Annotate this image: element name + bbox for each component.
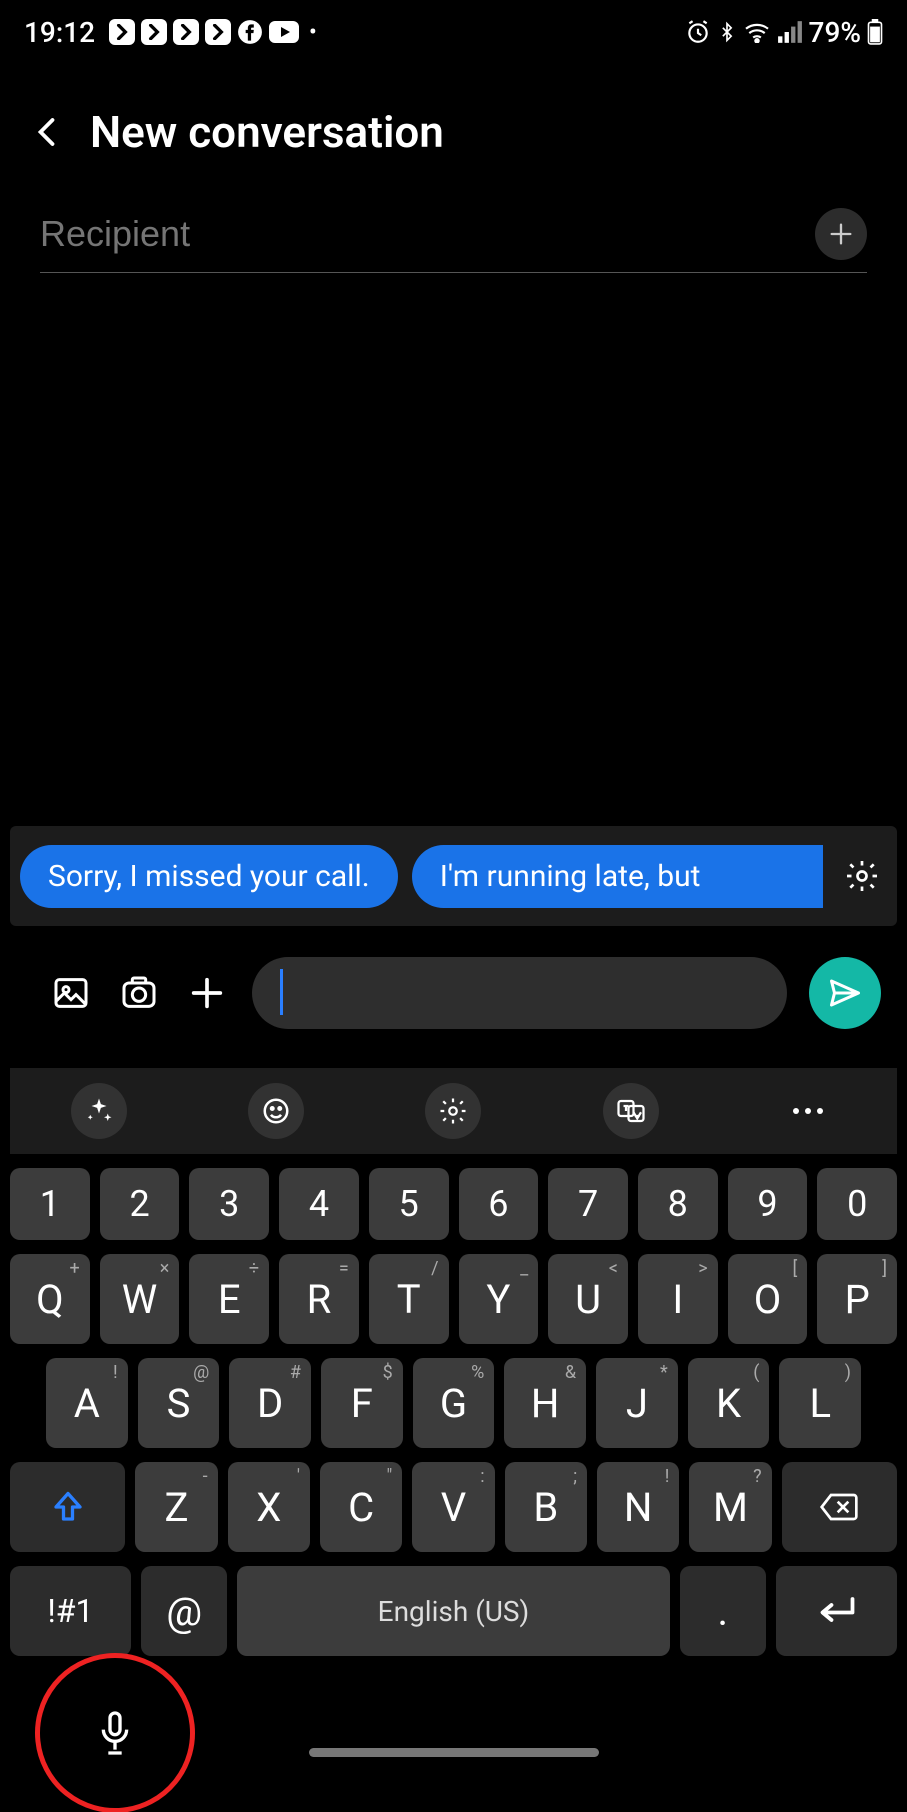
text-cursor: [280, 969, 283, 1015]
bluetooth-icon: [717, 19, 737, 45]
key-p[interactable]: ]P: [817, 1254, 897, 1344]
keyboard-settings-icon[interactable]: [425, 1083, 481, 1139]
notification-app-icon: [141, 19, 167, 45]
key-7[interactable]: 7: [548, 1168, 628, 1240]
key-j[interactable]: *J: [596, 1358, 678, 1448]
shift-key[interactable]: [10, 1462, 125, 1552]
page-title: New conversation: [90, 106, 444, 158]
key-u[interactable]: <U: [548, 1254, 628, 1344]
symbols-key[interactable]: !#1: [10, 1566, 131, 1656]
emoji-icon[interactable]: [248, 1083, 304, 1139]
key-q[interactable]: +Q: [10, 1254, 90, 1344]
ai-sparkle-icon[interactable]: [71, 1083, 127, 1139]
key-row-qwerty: +Q ×W ÷E =R /T _Y <U >I [O ]P: [10, 1254, 897, 1344]
key-f[interactable]: $F: [321, 1358, 403, 1448]
key-l[interactable]: )L: [779, 1358, 861, 1448]
key-row-zxcv: -Z 'X "C :V ;B !N ?M: [10, 1462, 897, 1552]
key-i[interactable]: >I: [638, 1254, 718, 1344]
notification-app-icon: [205, 19, 231, 45]
key-row-asdf: !A @S #D $F %G &H *J (K )L: [10, 1358, 897, 1448]
facebook-icon: [237, 19, 263, 45]
key-row-numbers: 1 2 3 4 5 6 7 8 9 0: [10, 1168, 897, 1240]
key-h[interactable]: &H: [504, 1358, 586, 1448]
battery-icon: [867, 19, 883, 45]
recipient-row: [40, 208, 867, 273]
key-6[interactable]: 6: [459, 1168, 539, 1240]
key-s[interactable]: @S: [138, 1358, 220, 1448]
wifi-icon: [743, 21, 771, 43]
key-a[interactable]: !A: [46, 1358, 128, 1448]
backspace-key[interactable]: [782, 1462, 897, 1552]
quick-reply-chip[interactable]: I'm running late, but: [412, 845, 823, 908]
header: New conversation: [0, 56, 907, 188]
quick-reply-chip[interactable]: Sorry, I missed your call.: [20, 845, 398, 908]
key-z[interactable]: -Z: [135, 1462, 217, 1552]
key-0[interactable]: 0: [817, 1168, 897, 1240]
send-button[interactable]: [809, 957, 881, 1029]
period-key[interactable]: .: [680, 1566, 766, 1656]
keyboard-toolbar: [10, 1068, 897, 1154]
key-3[interactable]: 3: [189, 1168, 269, 1240]
key-g[interactable]: %G: [413, 1358, 495, 1448]
key-c[interactable]: "C: [320, 1462, 402, 1552]
notification-app-icon: [109, 19, 135, 45]
nav-bar: [0, 1692, 907, 1812]
key-5[interactable]: 5: [369, 1168, 449, 1240]
key-d[interactable]: #D: [229, 1358, 311, 1448]
quick-reply-bar: Sorry, I missed your call. I'm running l…: [10, 826, 897, 926]
signal-icon: [777, 21, 803, 43]
voice-input-button[interactable]: [50, 1668, 180, 1798]
key-y[interactable]: _Y: [459, 1254, 539, 1344]
key-e[interactable]: ÷E: [189, 1254, 269, 1344]
camera-icon[interactable]: [116, 970, 162, 1016]
alarm-icon: [685, 19, 711, 45]
microphone-icon: [95, 1709, 135, 1757]
key-2[interactable]: 2: [100, 1168, 180, 1240]
message-input[interactable]: [252, 957, 787, 1029]
youtube-icon: [269, 21, 299, 43]
notification-app-icon: [173, 19, 199, 45]
status-bar: 19:12 • 79%: [0, 0, 907, 56]
message-input-row: [0, 940, 907, 1045]
keyboard: 1 2 3 4 5 6 7 8 9 0 +Q ×W ÷E =R /T _Y <U…: [10, 1168, 897, 1670]
space-key[interactable]: English (US): [237, 1566, 669, 1656]
key-8[interactable]: 8: [638, 1168, 718, 1240]
status-right: 79%: [685, 16, 883, 49]
gallery-icon[interactable]: [48, 970, 94, 1016]
home-indicator[interactable]: [309, 1748, 599, 1757]
status-left: 19:12 •: [24, 16, 317, 49]
at-key[interactable]: @: [141, 1566, 227, 1656]
key-k[interactable]: (K: [688, 1358, 770, 1448]
quick-reply-settings-button[interactable]: [837, 858, 887, 894]
enter-key[interactable]: [776, 1566, 897, 1656]
status-time: 19:12: [24, 16, 95, 49]
more-notifications-icon: •: [309, 20, 317, 45]
key-o[interactable]: [O: [728, 1254, 808, 1344]
key-n[interactable]: !N: [597, 1462, 679, 1552]
key-v[interactable]: :V: [412, 1462, 494, 1552]
key-row-bottom: !#1 @ English (US) .: [10, 1566, 897, 1656]
more-icon[interactable]: [780, 1083, 836, 1139]
key-r[interactable]: =R: [279, 1254, 359, 1344]
recipient-input[interactable]: [40, 213, 815, 255]
plus-icon[interactable]: [184, 970, 230, 1016]
add-recipient-button[interactable]: [815, 208, 867, 260]
key-1[interactable]: 1: [10, 1168, 90, 1240]
translate-icon[interactable]: [603, 1083, 659, 1139]
battery-percent: 79%: [809, 16, 861, 49]
key-4[interactable]: 4: [279, 1168, 359, 1240]
key-m[interactable]: ?M: [689, 1462, 771, 1552]
key-t[interactable]: /T: [369, 1254, 449, 1344]
key-w[interactable]: ×W: [100, 1254, 180, 1344]
key-b[interactable]: ;B: [505, 1462, 587, 1552]
back-button[interactable]: [30, 114, 66, 150]
key-9[interactable]: 9: [728, 1168, 808, 1240]
key-x[interactable]: 'X: [228, 1462, 310, 1552]
